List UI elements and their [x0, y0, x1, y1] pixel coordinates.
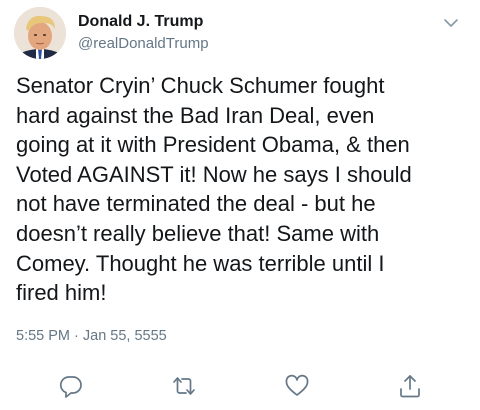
tweet-text-line: Voted AGAINST it! Now he says I should: [16, 161, 412, 187]
tweet-text-line: fired him!: [16, 280, 107, 306]
tweet-text-line: not have terminated the deal - but he: [16, 191, 376, 217]
like-button[interactable]: [283, 372, 311, 400]
retweet-button[interactable]: [170, 372, 198, 400]
handle[interactable]: @realDonaldTrump: [78, 35, 209, 52]
timestamp[interactable]: 5:55 PM · Jan 55, 5555: [16, 328, 167, 344]
retweet-icon: [173, 377, 195, 395]
profile-photo: [14, 7, 66, 59]
heart-icon: [285, 374, 309, 396]
divider: [0, 356, 480, 357]
avatar[interactable]: [14, 7, 66, 59]
chevron-down-icon[interactable]: [440, 12, 462, 34]
tweet-text: Senator Cryin’ Chuck Schumer fought hard…: [16, 71, 471, 308]
display-name[interactable]: Donald J. Trump: [78, 13, 203, 31]
tweet-text-line: Senator Cryin’ Chuck Schumer fought: [16, 73, 385, 98]
reply-button[interactable]: [57, 372, 85, 400]
share-button[interactable]: [396, 372, 424, 400]
tweet-card: Donald J. Trump @realDonaldTrump Senator…: [0, 0, 480, 410]
share-icon: [400, 375, 420, 398]
tweet-text-line: hard against the Bad Iran Deal, even: [16, 102, 375, 128]
tweet-text-line: Comey. Thought he was terrible until I: [16, 250, 385, 276]
tweet-text-line: going at it with President Obama, & then: [16, 132, 410, 158]
tweet-text-line: doesn’t really believe that! Same with: [16, 220, 380, 246]
reply-icon: [59, 376, 82, 398]
